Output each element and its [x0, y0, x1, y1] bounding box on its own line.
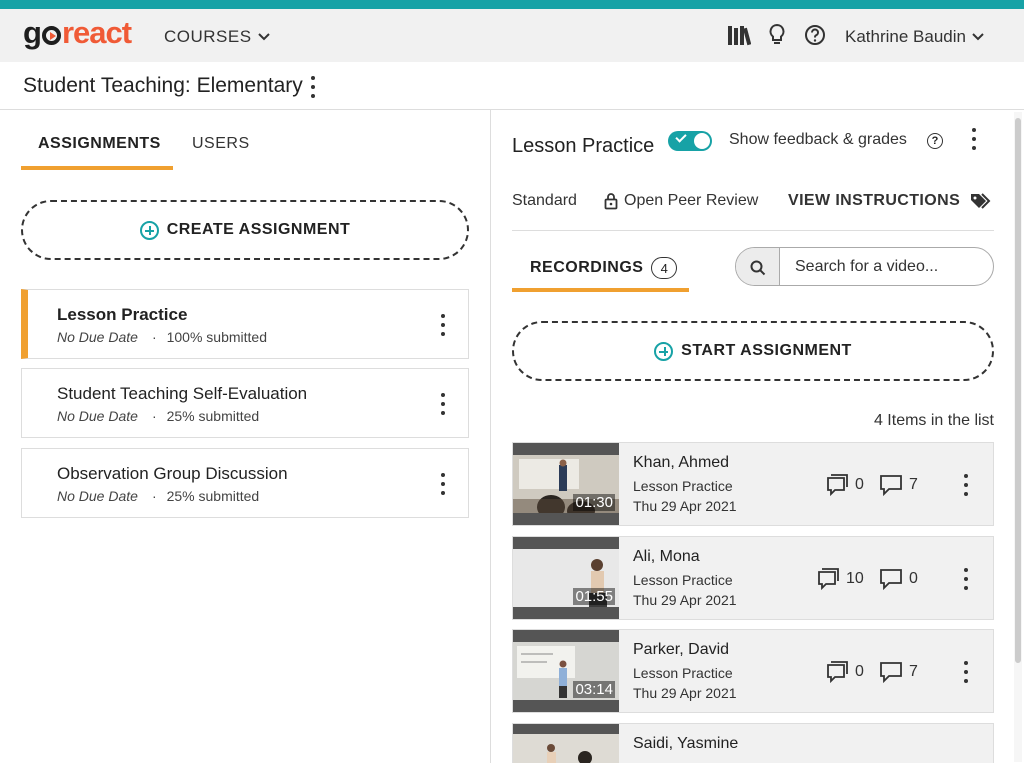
- assignment-card-self-evaluation[interactable]: Student Teaching Self-Evaluation No Due …: [21, 368, 469, 438]
- assignment-type: Standard: [512, 192, 577, 209]
- search-input[interactable]: [781, 248, 993, 285]
- recording-card[interactable]: 01:30 Khan, Ahmed Lesson Practice Thu 29…: [512, 442, 994, 526]
- video-duration: 01:30: [573, 494, 615, 511]
- assignment-options-kebab-icon[interactable]: [440, 393, 446, 415]
- search-icon: [750, 260, 765, 275]
- logo-play-icon: [41, 26, 61, 45]
- video-search: [735, 247, 994, 286]
- feedback-count: 7: [879, 473, 918, 497]
- recording-name: Ali, Mona: [633, 548, 700, 565]
- courses-menu[interactable]: COURSES: [164, 27, 270, 47]
- courses-label: COURSES: [164, 27, 252, 46]
- tab-assignments[interactable]: ASSIGNMENTS: [38, 135, 161, 153]
- assignment-card-group-discussion[interactable]: Observation Group Discussion No Due Date…: [21, 448, 469, 518]
- question-icon[interactable]: ?: [927, 133, 943, 149]
- recording-name: Parker, David: [633, 641, 730, 658]
- detail-divider: [512, 230, 994, 231]
- comment-count: 0: [825, 660, 864, 684]
- logo-go: g: [23, 15, 42, 50]
- recording-options-kebab-icon[interactable]: [963, 474, 969, 496]
- feedback-count: 0: [879, 567, 918, 591]
- chevron-down-icon: [257, 33, 270, 41]
- feedback-toggle[interactable]: [668, 131, 712, 151]
- logo-react: react: [61, 15, 132, 50]
- recordings-scrollbar-thumb[interactable]: [1015, 118, 1021, 663]
- top-accent-strip: [0, 0, 1024, 9]
- view-instructions-link[interactable]: VIEW INSTRUCTIONS: [788, 192, 992, 210]
- comment-count: 10: [816, 567, 864, 591]
- active-tab-underline: [21, 166, 173, 170]
- recording-date: Thu 29 Apr 2021: [633, 685, 737, 701]
- create-assignment-button[interactable]: CREATE ASSIGNMENT: [21, 200, 469, 260]
- course-subheader: Student Teaching: Elementary: [0, 62, 1024, 110]
- items-count: 4 Items in the list: [873, 412, 994, 429]
- comment-count: 0: [825, 473, 864, 497]
- recording-card[interactable]: Saidi, Yasmine: [512, 723, 994, 763]
- lock-icon: [604, 193, 618, 210]
- assignment-options-kebab-icon[interactable]: [440, 473, 446, 495]
- assignment-meta: No Due Date · 25% submitted: [57, 408, 260, 424]
- recording-options-kebab-icon[interactable]: [963, 661, 969, 683]
- tag-icon: [971, 193, 991, 209]
- video-duration: 01:55: [573, 588, 615, 605]
- recording-options-kebab-icon[interactable]: [963, 568, 969, 590]
- comment-icon: [880, 662, 902, 684]
- user-menu[interactable]: Kathrine Baudin: [845, 27, 984, 47]
- assignment-card-lesson-practice[interactable]: Lesson Practice No Due Date · 100% submitt…: [21, 289, 469, 359]
- feedback-label: Show feedback & grades: [729, 131, 907, 148]
- help-icon[interactable]: [803, 23, 827, 47]
- comments-icon: [827, 661, 848, 684]
- tab-recordings[interactable]: RECORDINGS 4: [530, 257, 678, 279]
- assignment-meta: No Due Date · 100% submitted: [57, 329, 268, 345]
- panel-divider: [490, 110, 491, 763]
- recording-name: Khan, Ahmed: [633, 454, 730, 471]
- course-options-kebab-icon[interactable]: [310, 76, 316, 98]
- recording-assignment: Lesson Practice: [633, 665, 733, 681]
- start-assignment-label: START ASSIGNMENT: [681, 342, 852, 359]
- recording-assignment: Lesson Practice: [633, 478, 733, 494]
- recordings-count-badge: 4: [651, 257, 678, 279]
- library-icon[interactable]: [727, 23, 751, 47]
- start-assignment-button[interactable]: START ASSIGNMENT: [512, 321, 994, 381]
- assignment-options-kebab-icon[interactable]: [440, 314, 446, 336]
- plus-circle-icon: [139, 220, 159, 240]
- assignment-name: Student Teaching Self-Evaluation: [57, 384, 308, 403]
- course-title: Student Teaching: Elementary: [23, 74, 303, 97]
- detail-options-kebab-icon[interactable]: [971, 128, 977, 150]
- tab-users[interactable]: USERS: [192, 135, 250, 153]
- video-thumbnail: 01:55: [513, 537, 619, 619]
- app-header: g react COURSES Kathrine Baudin: [0, 9, 1024, 62]
- active-tab-underline: [512, 288, 689, 292]
- video-thumbnail: [513, 724, 619, 763]
- recording-card[interactable]: 01:55 Ali, Mona Lesson Practice Thu 29 A…: [512, 536, 994, 620]
- user-name: Kathrine Baudin: [845, 27, 966, 46]
- video-thumbnail: 01:30: [513, 443, 619, 525]
- assignment-name: Observation Group Discussion: [57, 464, 288, 483]
- recording-date: Thu 29 Apr 2021: [633, 498, 737, 514]
- goreact-logo[interactable]: g react: [23, 15, 132, 51]
- lightbulb-icon[interactable]: [765, 23, 789, 47]
- search-button[interactable]: [736, 248, 780, 285]
- assignment-name: Lesson Practice: [57, 305, 188, 324]
- video-duration: 03:14: [573, 681, 615, 698]
- chevron-down-icon: [972, 33, 984, 41]
- create-assignment-label: CREATE ASSIGNMENT: [166, 221, 351, 238]
- recording-date: Thu 29 Apr 2021: [633, 592, 737, 608]
- recording-card[interactable]: 03:14 Parker, David Lesson Practice Thu …: [512, 629, 994, 713]
- comment-icon: [880, 475, 902, 497]
- assignment-meta: No Due Date · 25% submitted: [57, 488, 260, 504]
- check-icon: [675, 131, 687, 143]
- plus-circle-icon: [654, 341, 674, 361]
- video-thumbnail: 03:14: [513, 630, 619, 712]
- comments-icon: [818, 568, 839, 591]
- assignment-detail-title: Lesson Practice: [512, 135, 655, 157]
- recording-assignment: Lesson Practice: [633, 572, 733, 588]
- comments-icon: [827, 474, 848, 497]
- comment-icon: [880, 569, 902, 591]
- recording-name: Saidi, Yasmine: [633, 735, 739, 752]
- feedback-count: 7: [879, 660, 918, 684]
- peer-review-info: Open Peer Review: [604, 192, 758, 210]
